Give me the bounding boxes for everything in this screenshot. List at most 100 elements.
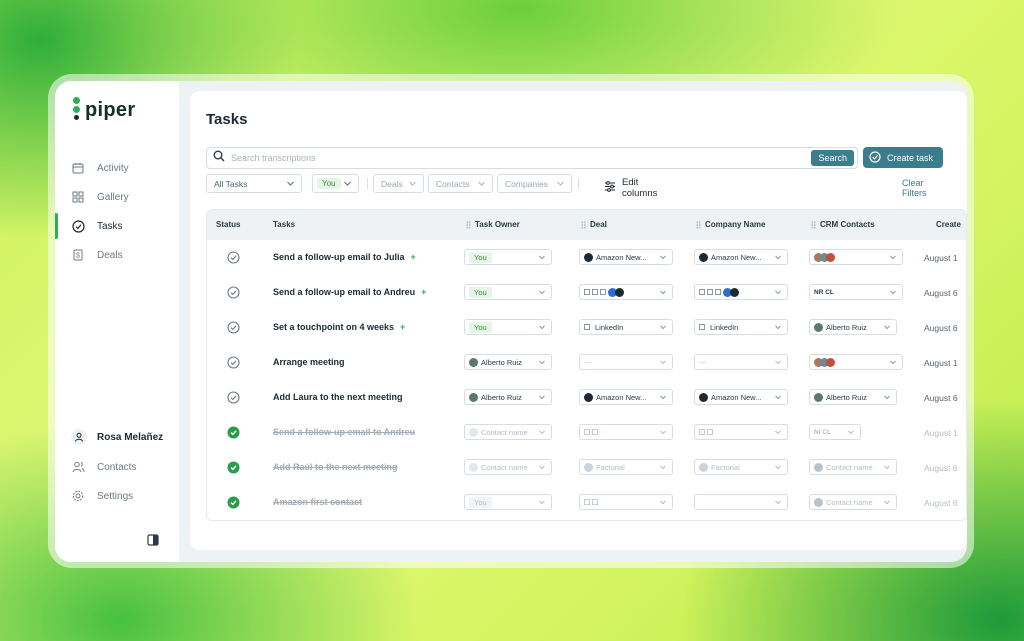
company-select[interactable] [694, 494, 788, 510]
avatar [814, 322, 823, 332]
deal-select[interactable]: --- [579, 354, 673, 370]
column-header-company-name[interactable]: Company Name [696, 220, 765, 229]
status-open-icon[interactable] [227, 391, 240, 404]
company-select[interactable] [694, 424, 788, 440]
chevron-down-icon [659, 253, 667, 263]
sidebar-item-contacts[interactable]: Contacts [55, 454, 179, 480]
crm-contacts-select[interactable]: NR CL [809, 284, 903, 300]
task-owner-select[interactable]: Contact name [464, 459, 552, 475]
all-tasks-filter[interactable]: All Tasks [206, 174, 302, 193]
task-owner-select[interactable]: Alberto Ruiz [464, 389, 552, 405]
drag-handle-icon[interactable] [581, 220, 586, 229]
company-logo-icon [592, 499, 598, 505]
company-select[interactable]: LinkedIn [694, 319, 788, 335]
status-done-icon[interactable] [227, 496, 240, 509]
table-row[interactable]: Set a touchpoint on 4 weeks + You LinkedI… [207, 310, 966, 345]
crm-contacts-select[interactable]: Contact name [809, 494, 897, 510]
task-owner-select[interactable]: You [464, 319, 552, 335]
logo-mark-icon [71, 97, 81, 123]
task-name[interactable]: Send a follow-up email to Andreu + [273, 287, 426, 297]
edit-columns-button[interactable]: Edit columns [604, 177, 657, 199]
piper-logo[interactable]: piper [71, 97, 135, 123]
status-done-icon[interactable] [227, 461, 240, 474]
sidebar-item-tasks[interactable]: Tasks [55, 213, 179, 239]
company-select[interactable] [694, 284, 788, 300]
deal-select[interactable] [579, 424, 673, 440]
task-name[interactable]: Send a follow-up email to Andreu [273, 427, 415, 437]
crm-contacts-select[interactable] [809, 354, 903, 370]
table-row[interactable]: Arrange meeting Alberto Ruiz --- --- Aug… [207, 345, 966, 380]
status-open-icon[interactable] [227, 356, 240, 369]
task-owner-select[interactable]: Contact name [464, 424, 552, 440]
status-open-icon[interactable] [227, 286, 240, 299]
sidebar-item-activity[interactable]: Activity [55, 155, 179, 181]
clear-filters-link[interactable]: Clear Filters [902, 178, 927, 198]
sidebar-item-gallery[interactable]: Gallery [55, 184, 179, 210]
task-name[interactable]: Set a touchpoint on 4 weeks + [273, 322, 405, 332]
crm-contacts-select[interactable]: Alberto Ruiz [809, 389, 897, 405]
table-row[interactable]: Send a follow-up email to Andreu + You NR… [207, 275, 966, 310]
chevron-down-icon [659, 498, 667, 508]
deals-filter[interactable]: Deals [373, 174, 424, 193]
deal-select[interactable]: Amazon New... [579, 389, 673, 405]
deal-select[interactable]: LinkedIn [579, 319, 673, 335]
drag-handle-icon[interactable] [696, 220, 701, 229]
owner-filter[interactable]: You [312, 174, 359, 193]
column-header-deal[interactable]: Deal [581, 220, 607, 229]
deal-select[interactable] [579, 494, 673, 510]
drag-handle-icon[interactable] [811, 220, 816, 229]
company-select[interactable]: Factorial [694, 459, 788, 475]
crm-contacts-select[interactable]: Contact name [809, 459, 897, 475]
company-select[interactable]: --- [694, 354, 788, 370]
task-name[interactable]: Arrange meeting [273, 357, 345, 367]
contacts-filter[interactable]: Contacts [428, 174, 493, 193]
sidebar-item-settings[interactable]: Settings [55, 483, 179, 509]
table-row[interactable]: Amazon first contact You Contact name Au… [207, 485, 966, 520]
search-input[interactable] [231, 153, 791, 163]
status-done-icon[interactable] [227, 426, 240, 439]
drag-handle-icon[interactable] [466, 220, 471, 229]
crm-contacts-select[interactable] [809, 249, 903, 265]
task-owner-select[interactable]: Alberto Ruiz [464, 354, 552, 370]
table-row[interactable]: Send a follow-up email to Andreu Contact… [207, 415, 966, 450]
check-circle-icon [71, 219, 85, 233]
user-profile[interactable]: Rosa Melañez [55, 424, 179, 450]
task-owner-select[interactable]: You [464, 249, 552, 265]
sidebar-item-deals[interactable]: $ Deals [55, 242, 179, 268]
table-row[interactable]: Add Raúl to the next meeting Contact nam… [207, 450, 966, 485]
crm-contacts-select[interactable]: NI CL [809, 424, 861, 440]
column-header-task-owner[interactable]: Task Owner [466, 220, 520, 229]
create-task-button[interactable]: Create task [863, 147, 943, 168]
column-header-status[interactable]: Status [216, 220, 240, 229]
status-open-icon[interactable] [227, 321, 240, 334]
task-name[interactable]: Add Raúl to the next meeting [273, 462, 398, 472]
collapse-sidebar-icon[interactable] [147, 533, 159, 546]
owner-name: Contact name [481, 462, 528, 472]
sidebar-item-label: Activity [97, 162, 129, 174]
task-owner-select[interactable]: You [464, 284, 552, 300]
column-header-crm-contacts[interactable]: CRM Contacts [811, 220, 875, 229]
company-select[interactable]: Amazon New... [694, 249, 788, 265]
company-select[interactable]: Amazon New... [694, 389, 788, 405]
chevron-down-icon [556, 179, 565, 190]
task-name[interactable]: Amazon first contact [273, 497, 362, 507]
status-open-icon[interactable] [227, 251, 240, 264]
deal-select[interactable] [579, 284, 673, 300]
task-name[interactable]: Add Laura to the next meeting [273, 392, 403, 402]
company-logo-icon [707, 429, 713, 435]
column-header-tasks[interactable]: Tasks [273, 220, 295, 229]
task-name[interactable]: Send a follow-up email to Julia + [273, 252, 416, 262]
search-button[interactable]: Search [811, 150, 854, 166]
companies-filter[interactable]: Companies [497, 174, 572, 193]
table-row[interactable]: Send a follow-up email to Julia + You Ama… [207, 240, 966, 275]
deal-select[interactable]: Amazon New... [579, 249, 673, 265]
crm-contacts-select[interactable]: Alberto Ruiz [809, 319, 897, 335]
create-task-label: Create task [887, 152, 934, 163]
factorial-logo-icon [584, 462, 593, 472]
ai-sparkle-icon: + [410, 252, 416, 262]
amazon-logo-icon [730, 287, 739, 297]
column-header-created[interactable]: Create [936, 220, 961, 229]
task-owner-select[interactable]: You [464, 494, 552, 510]
table-row[interactable]: Add Laura to the next meeting Alberto Ru… [207, 380, 966, 415]
deal-select[interactable]: Factorial [579, 459, 673, 475]
